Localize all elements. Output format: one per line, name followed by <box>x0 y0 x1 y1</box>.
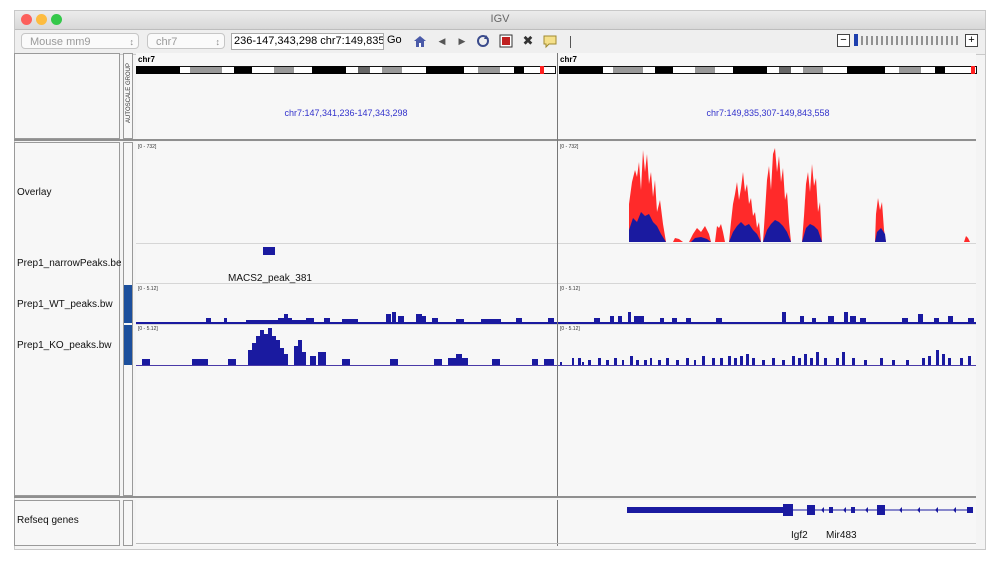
track-name-panel: Overlay Prep1_narrowPeaks.bed Prep1_WT_p… <box>14 142 121 496</box>
home-icon[interactable] <box>412 33 428 49</box>
feature-panel-divider[interactable] <box>14 496 976 498</box>
overlay-range-left: [0 - 732] <box>138 144 157 150</box>
gene-label-igf2[interactable]: Igf2 <box>791 530 808 541</box>
locus-split-divider <box>557 53 558 496</box>
feature-data-panel: Igf2 Mir483 <box>136 500 976 546</box>
chromosome-label-right: chr7 <box>560 55 577 64</box>
header-attribute-panel: AUTOSCALE GROUP <box>123 53 133 139</box>
refresh-icon[interactable] <box>475 33 491 49</box>
header-divider <box>14 139 976 141</box>
wt-signal[interactable] <box>136 302 976 326</box>
genome-dropdown-label: Mouse mm9 <box>30 36 91 48</box>
gene-label-mir483[interactable]: Mir483 <box>826 530 857 541</box>
autoscale-group-label: AUTOSCALE GROUP <box>126 63 132 123</box>
chromosome-ideogram-right[interactable] <box>559 66 977 74</box>
chromosome-label-left: chr7 <box>138 55 155 64</box>
locus-input[interactable]: 236-147,343,298 chr7:149,835,30 <box>231 33 384 50</box>
refseq-gene-model[interactable] <box>559 502 977 520</box>
back-icon[interactable]: ◀ <box>434 33 450 49</box>
track-name-narrowpeaks[interactable]: Prep1_narrowPeaks.bed <box>17 258 121 269</box>
header-data-panel: chr7 chr7 chr7:147,341,236-147,343,298 c… <box>136 53 978 139</box>
narrowpeak-feature-label: MACS2_peak_381 <box>228 273 312 284</box>
chromosome-dropdown[interactable]: chr7 ↕ <box>147 33 225 49</box>
overlay-signal[interactable] <box>559 142 977 244</box>
chromosome-ideogram-left[interactable] <box>136 66 556 74</box>
locus-label-right[interactable]: chr7:149,835,307-149,843,558 <box>558 108 978 118</box>
chevron-updown-icon: ↕ <box>215 37 221 47</box>
popup-text-icon[interactable] <box>542 33 558 49</box>
chevron-updown-icon: ↕ <box>129 37 135 47</box>
genome-dropdown[interactable]: Mouse mm9 ↕ <box>21 33 139 49</box>
toolbar: Mouse mm9 ↕ chr7 ↕ 236-147,343,298 chr7:… <box>15 30 985 55</box>
feature-bottom-border <box>136 543 976 544</box>
track-name-ko[interactable]: Prep1_KO_peaks.bw <box>17 340 112 351</box>
locus-label-left[interactable]: chr7:147,341,236-147,343,298 <box>136 108 556 118</box>
wt-range-left: [0 - 5.12] <box>138 286 158 292</box>
track-attribute-panel <box>123 142 133 496</box>
zoom-in-icon[interactable]: + <box>965 34 978 47</box>
track-name-refseq[interactable]: Refseq genes <box>17 515 79 526</box>
narrowpeak-feature[interactable] <box>263 247 275 255</box>
forward-icon[interactable]: ▶ <box>454 33 470 49</box>
zoom-slider[interactable] <box>853 34 961 47</box>
region-navigator-icon[interactable] <box>498 33 514 49</box>
window-title: IGV <box>490 13 510 25</box>
feature-attribute-panel <box>123 500 133 546</box>
locus-split-divider <box>557 500 558 546</box>
zoom-out-icon[interactable]: − <box>837 34 850 47</box>
attribute-color-ko[interactable] <box>124 325 132 365</box>
ko-signal[interactable] <box>136 328 976 366</box>
track-data-panel: [0 - 732] [0 - 732] [0 - 5.12] [0 - 5.12… <box>136 142 976 496</box>
wt-range-right: [0 - 5.12] <box>560 286 580 292</box>
feature-name-panel: Refseq genes <box>14 500 120 546</box>
header-name-panel <box>14 53 120 139</box>
title-bar: IGV <box>15 11 985 30</box>
resize-tracks-icon[interactable]: ✖ <box>520 33 536 49</box>
go-button[interactable]: Go <box>387 34 402 46</box>
track-name-wt[interactable]: Prep1_WT_peaks.bw <box>17 299 113 310</box>
track-name-overlay[interactable]: Overlay <box>17 187 51 198</box>
ruler-icon[interactable] <box>570 36 571 48</box>
chromosome-dropdown-label: chr7 <box>156 36 178 48</box>
attribute-color-wt[interactable] <box>124 285 132 323</box>
